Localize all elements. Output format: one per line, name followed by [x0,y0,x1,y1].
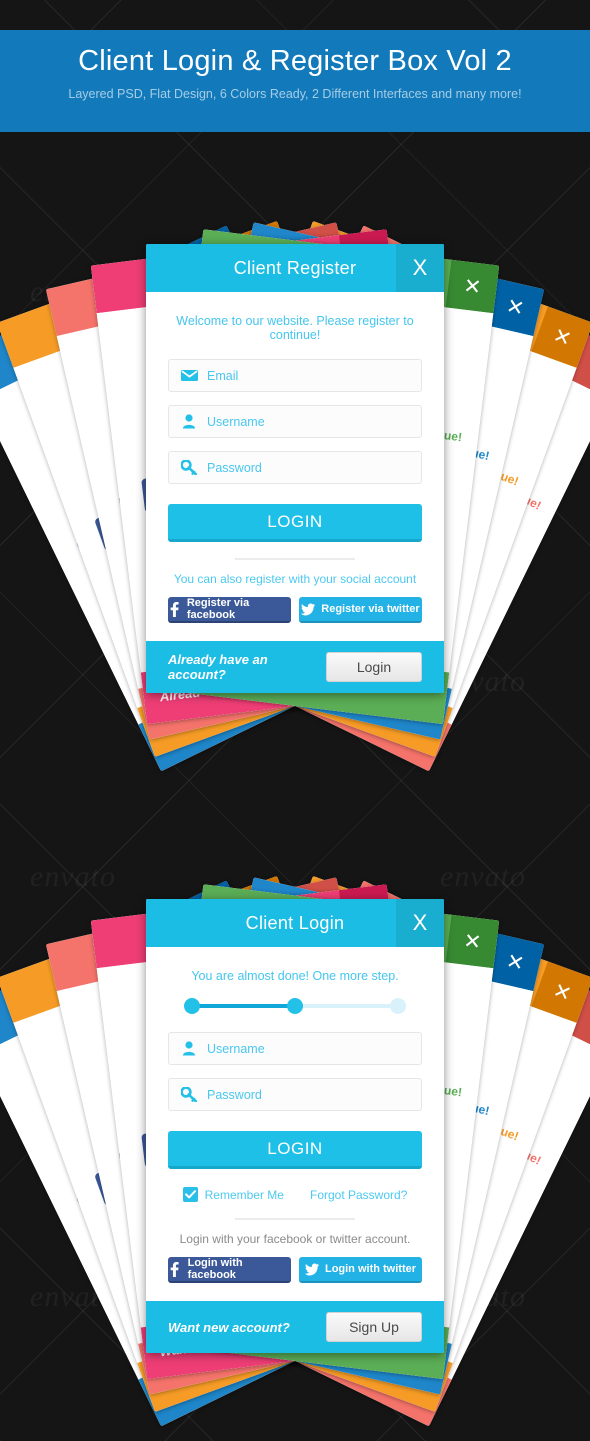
login-social-buttons: Login with facebook Login with twitter [168,1257,422,1301]
signup-button[interactable]: Sign Up [326,1312,422,1342]
close-icon: ✕ [445,259,500,314]
password-field[interactable]: Password [168,1078,422,1111]
email-field[interactable]: Email [168,359,422,392]
email-field-label: Email [207,368,239,383]
login-card-header: Client Login X [146,899,444,947]
forgot-password-link[interactable]: Forgot Password? [310,1188,407,1202]
close-icon[interactable]: X [396,899,444,947]
facebook-icon [168,1261,182,1277]
username-field[interactable]: Username [168,1032,422,1065]
register-card-header: Client Register X [146,244,444,292]
key-icon [179,1085,199,1105]
close-icon: ✕ [445,914,500,969]
login-facebook-button[interactable]: Login with facebook [168,1257,291,1283]
login-social-note: Login with your facebook or twitter acco… [179,1232,411,1246]
login-twitter-button[interactable]: Login with twitter [299,1257,422,1283]
envelope-icon [179,366,199,386]
username-field-label: Username [207,414,265,429]
key-icon [179,458,199,478]
remember-me-checkbox[interactable]: Remember Me [182,1187,284,1202]
section-divider [235,1218,355,1220]
login-card-body: You are almost done! One more step. User… [146,947,444,1301]
page-subtitle: Layered PSD, Flat Design, 6 Colors Ready… [68,86,522,101]
register-twitter-label: Register via twitter [321,603,420,615]
register-twitter-button[interactable]: Register via twitter [299,597,422,623]
remember-me-label: Remember Me [204,1187,284,1202]
register-card-footer: Already have an account? Login [146,641,444,693]
login-twitter-label: Login with twitter [324,1263,417,1275]
goto-login-button[interactable]: Login [326,652,422,682]
client-register-card: Client Register X Welcome to our website… [146,244,444,693]
login-card-title: Client Login [245,912,345,933]
login-facebook-label: Login with facebook [187,1257,243,1281]
progress-step-2[interactable] [287,998,303,1014]
close-icon[interactable]: X [396,244,444,292]
password-field-label: Password [207,1087,262,1102]
header-banner: Client Login & Register Box Vol 2 Layere… [0,30,590,132]
login-submit-button[interactable]: LOGIN [168,1131,422,1169]
fan-card-message: ue! [443,1083,463,1100]
password-field[interactable]: Password [168,451,422,484]
login-footer-text: Want new account? [168,1319,290,1335]
user-icon [179,1039,199,1059]
register-social-note: You can also register with your social a… [173,572,417,586]
register-card-title: Client Register [233,257,357,278]
login-options-row: Remember Me Forgot Password? [168,1187,422,1202]
facebook-icon [168,601,181,617]
section-divider [235,558,355,560]
user-icon [179,412,199,432]
password-field-label: Password [207,460,262,475]
login-progress-text: You are almost done! One more step. [191,969,399,983]
progress-stepper [184,993,406,1019]
twitter-icon [304,1262,319,1276]
username-field[interactable]: Username [168,405,422,438]
register-welcome-text: Welcome to our website. Please register … [176,314,414,342]
login-card-stack: Client Login✕fue!WanClient Login✕fue!Wan… [0,845,590,1427]
checkbox-checked-icon [182,1187,198,1202]
register-card-stack: Client Register✕fue!AlreadClient Registe… [0,190,590,772]
register-social-buttons: Register via facebook Register via twitt… [168,597,422,641]
register-submit-button[interactable]: LOGIN [168,504,422,542]
client-login-card: Client Login X You are almost done! One … [146,899,444,1353]
register-facebook-button[interactable]: Register via facebook [168,597,291,623]
fan-card-message: ue! [498,1124,521,1144]
username-field-label: Username [207,1041,265,1056]
progress-step-3[interactable] [390,998,406,1014]
fan-card-message: ue! [443,428,463,445]
page-title: Client Login & Register Box Vol 2 [78,45,512,77]
twitter-icon [301,602,316,616]
register-footer-text: Already have an account? [168,652,268,682]
fan-card-message: ue! [498,469,521,489]
register-facebook-label: Register via facebook [186,597,250,621]
login-card-footer: Want new account? Sign Up [146,1301,444,1353]
progress-step-1[interactable] [184,998,200,1014]
register-card-body: Welcome to our website. Please register … [146,292,444,641]
